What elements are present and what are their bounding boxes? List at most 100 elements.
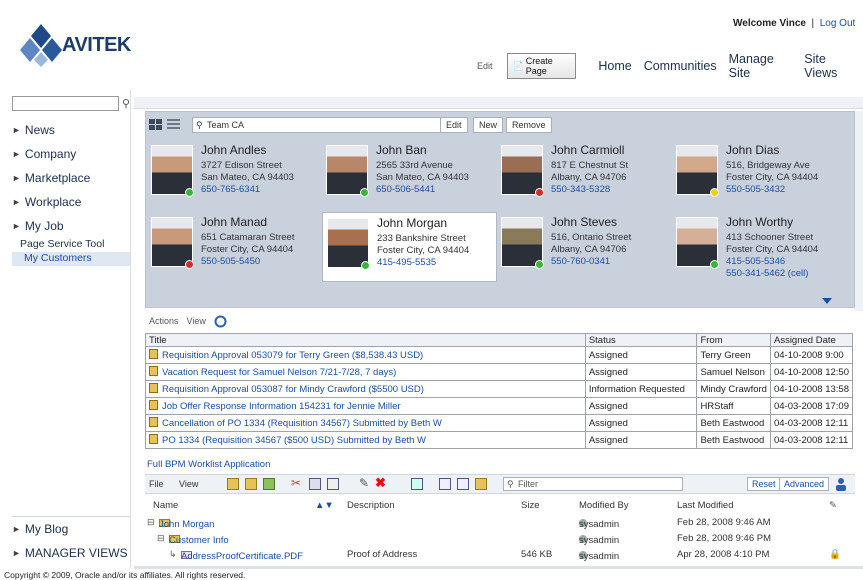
- person-phone[interactable]: 550-505-3432: [726, 184, 785, 195]
- nav-home[interactable]: Home: [598, 59, 631, 73]
- view-menu[interactable]: View: [179, 479, 198, 489]
- list-view-icon[interactable]: [167, 119, 181, 131]
- col-name[interactable]: Name: [153, 500, 178, 511]
- collapse-toggle-icon[interactable]: ⊟: [157, 533, 165, 544]
- sort-arrows-icon[interactable]: ▲▼: [315, 500, 334, 511]
- task-title[interactable]: Requisition Approval 053087 for Mindy Cr…: [145, 380, 586, 398]
- people-search-input[interactable]: ⚲ Team CA: [192, 117, 442, 133]
- person-phone-cell[interactable]: 550-341-5462 (cell): [726, 268, 808, 279]
- person-card[interactable]: John Ban 2565 33rd Avenue San Mateo, CA 94…: [322, 140, 497, 210]
- people-edit-button[interactable]: Edit: [440, 117, 468, 133]
- task-title[interactable]: Cancellation of PO 1334 (Requisition 345…: [145, 414, 586, 432]
- delete-icon[interactable]: ✖: [375, 475, 387, 490]
- person-phone[interactable]: 650-765-6341: [201, 184, 260, 195]
- sidebar-subitem-page-service-tool[interactable]: Page Service Tool: [12, 238, 130, 252]
- person-name[interactable]: John Worthy: [726, 215, 793, 229]
- file-menu[interactable]: File: [149, 479, 164, 489]
- person-name[interactable]: John Andles: [201, 143, 266, 157]
- col-modified-by[interactable]: Modified By: [579, 500, 629, 511]
- col-last-modified[interactable]: Last Modified: [677, 500, 734, 511]
- tree-icon[interactable]: [439, 478, 451, 490]
- person-card[interactable]: John Steves 516, Ontario Street Albany, CA…: [497, 212, 672, 282]
- nav-communities[interactable]: Communities: [644, 59, 717, 73]
- person-phone[interactable]: 550-343-5328: [551, 184, 610, 195]
- sidebar-item-workplace[interactable]: ► Workplace: [12, 190, 130, 214]
- documents-filter-input[interactable]: ⚲ Filter: [503, 477, 683, 491]
- document-row[interactable]: ⊟ John Morgan sysadmin Feb 28, 2008 9:46 AM: [145, 515, 855, 530]
- checkout-icon[interactable]: [263, 478, 275, 490]
- edit-pencil-icon[interactable]: ✎: [829, 500, 837, 511]
- edit-link[interactable]: Edit: [477, 61, 493, 71]
- sidebar-search-input[interactable]: [12, 96, 119, 111]
- task-title[interactable]: Job Offer Response Information 154231 fo…: [145, 397, 586, 415]
- person-name[interactable]: John Ban: [376, 143, 427, 157]
- person-card[interactable]: John Manad 651 Catamaran Street Foster Cit…: [147, 212, 322, 282]
- person-name[interactable]: John Manad: [201, 215, 267, 229]
- col-title[interactable]: Title: [145, 333, 586, 347]
- avitek-logo[interactable]: [18, 22, 64, 68]
- col-description[interactable]: Description: [347, 500, 395, 511]
- person-name[interactable]: John Steves: [551, 215, 617, 229]
- col-assigned-date[interactable]: Assigned Date: [769, 333, 854, 347]
- document-row[interactable]: ⊟ Customer Info sysadmin Feb 28, 2008 9:46 …: [145, 531, 855, 546]
- person-name[interactable]: John Carmioll: [551, 143, 624, 157]
- sidebar-item-my-blog[interactable]: ► My Blog: [12, 517, 130, 541]
- col-from[interactable]: From: [696, 333, 771, 347]
- person-card[interactable]: John Worthy 413 Schooner Street Foster Cit…: [672, 212, 847, 282]
- task-row[interactable]: Job Offer Response Information 154231 fo…: [145, 397, 854, 415]
- sidebar-subitem-my-customers[interactable]: My Customers: [12, 252, 130, 266]
- person-name[interactable]: John Dias: [726, 143, 779, 157]
- person-phone[interactable]: 415-505-5346: [726, 256, 785, 267]
- sidebar-item-marketplace[interactable]: ► Marketplace: [12, 166, 130, 190]
- sidebar-item-my-job[interactable]: ► My Job: [12, 214, 130, 238]
- person-card[interactable]: John Dias 516, Bridgeway Ave Foster City, …: [672, 140, 847, 210]
- task-title[interactable]: Requisition Approval 053079 for Terry Gr…: [145, 346, 586, 364]
- person-phone[interactable]: 550-505-5450: [201, 256, 260, 267]
- folder-refresh-icon[interactable]: [475, 478, 487, 490]
- person-phone[interactable]: 650-506-5441: [376, 184, 435, 195]
- person-icon[interactable]: [834, 477, 848, 491]
- task-title[interactable]: PO 1334 (Requisition 34567 ($500 USD) Su…: [145, 431, 586, 449]
- person-card[interactable]: John Andles 3727 Edison Street San Mateo, …: [147, 140, 322, 210]
- collapse-arrow-icon[interactable]: [822, 298, 832, 304]
- task-row[interactable]: Requisition Approval 053079 for Terry Gr…: [145, 346, 854, 364]
- cut-icon[interactable]: ✂: [291, 476, 303, 490]
- person-phone[interactable]: 550-760-0341: [551, 256, 610, 267]
- task-row[interactable]: Cancellation of PO 1334 (Requisition 345…: [145, 414, 854, 432]
- nav-manage-site[interactable]: Manage Site: [729, 52, 793, 80]
- properties-icon[interactable]: [411, 478, 423, 490]
- person-name[interactable]: John Morgan: [377, 216, 447, 230]
- collapse-toggle-icon[interactable]: ⊟: [147, 517, 155, 528]
- create-page-button[interactable]: 📄 Create Page: [506, 53, 577, 79]
- advanced-button[interactable]: Advanced: [779, 477, 830, 491]
- horizontal-scrollbar[interactable]: [134, 566, 863, 569]
- actions-menu[interactable]: Actions: [149, 316, 179, 326]
- reset-button[interactable]: Reset: [747, 477, 781, 491]
- col-status[interactable]: Status: [584, 333, 698, 347]
- document-row[interactable]: ↳ AddressProofCertificate.PDF Proof of Add…: [145, 547, 855, 562]
- sidebar-item-manager-views[interactable]: ► MANAGER VIEWS: [12, 541, 130, 565]
- copy-icon[interactable]: [309, 478, 321, 490]
- task-row[interactable]: Vacation Request for Samuel Nelson 7/21-…: [145, 363, 854, 381]
- view-menu[interactable]: View: [187, 316, 206, 326]
- person-card[interactable]: John Carmioll 817 E Chestnut St Albany, CA…: [497, 140, 672, 210]
- paste-icon[interactable]: [327, 478, 339, 490]
- sidebar-item-company[interactable]: ► Company: [12, 142, 130, 166]
- task-row[interactable]: Requisition Approval 053087 for Mindy Cr…: [145, 380, 854, 398]
- hierarchy-icon[interactable]: [457, 478, 469, 490]
- col-size[interactable]: Size: [521, 500, 539, 511]
- person-phone[interactable]: 415-495-5535: [377, 257, 436, 268]
- people-new-button[interactable]: New: [473, 117, 504, 133]
- full-worklist-link[interactable]: Full BPM Worklist Application: [147, 459, 270, 470]
- grid-view-icon[interactable]: [149, 119, 163, 131]
- new-folder-icon[interactable]: [227, 478, 239, 490]
- person-card[interactable]: John Morgan 233 Bankshire Street Foster Ci…: [322, 212, 497, 282]
- logout-link[interactable]: Log Out: [820, 18, 856, 29]
- nav-site-views[interactable]: Site Views: [804, 52, 857, 80]
- upload-icon[interactable]: [245, 478, 257, 490]
- sidebar-item-news[interactable]: ► News: [12, 118, 130, 142]
- panel-scrollbar[interactable]: [855, 111, 863, 311]
- task-row[interactable]: PO 1334 (Requisition 34567 ($500 USD) Su…: [145, 431, 854, 449]
- refresh-icon[interactable]: [214, 315, 227, 328]
- lock-icon[interactable]: 🔒: [829, 549, 841, 560]
